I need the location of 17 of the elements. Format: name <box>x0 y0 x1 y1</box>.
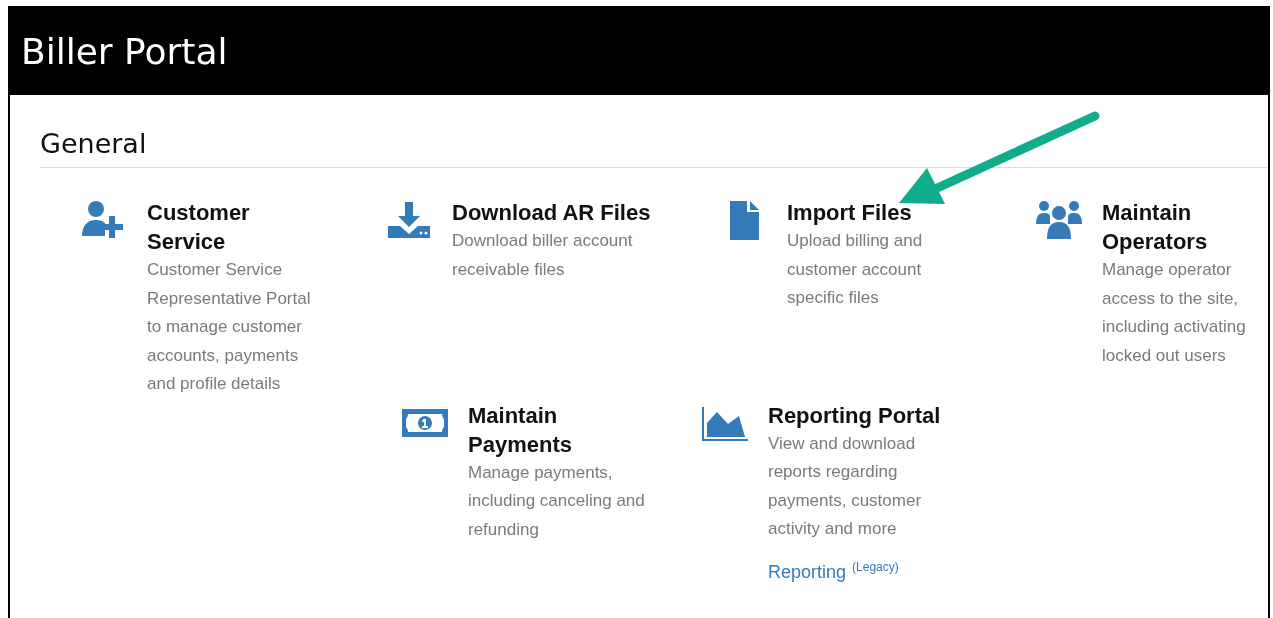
section-heading: General <box>40 128 1268 168</box>
tile-description: View and download reports regarding payments, customer activity and more <box>767 432 923 540</box>
tile-title[interactable]: Reporting Portal <box>701 400 951 430</box>
tile-title[interactable]: Maintain Payments <box>401 400 646 459</box>
tile-title[interactable]: Download AR Files <box>385 198 660 227</box>
users-icon[interactable] <box>1035 200 1083 240</box>
tile-title[interactable]: Import Files <box>720 198 975 227</box>
reporting-link[interactable]: Reporting $^{(Legacy)}$ <box>768 559 899 583</box>
tile-title[interactable]: Maintain Operators <box>1035 198 1268 256</box>
tile-title[interactable]: Customer Service <box>80 198 325 256</box>
tile-description: Upload billing and customer account specific files <box>786 230 924 309</box>
tile-description: Manage operator access to the site, including activating locked out users <box>1101 259 1247 367</box>
tile-description: Manage payments, including canceling and refunding <box>467 461 646 541</box>
tile-description: Download biller account receivable files <box>451 230 634 281</box>
tile-description: Customer Service Representative Portal to manage customer accounts, payments and profile details <box>146 259 312 395</box>
download-icon[interactable] <box>385 200 433 240</box>
page-title: Biller Portal <box>21 31 228 72</box>
